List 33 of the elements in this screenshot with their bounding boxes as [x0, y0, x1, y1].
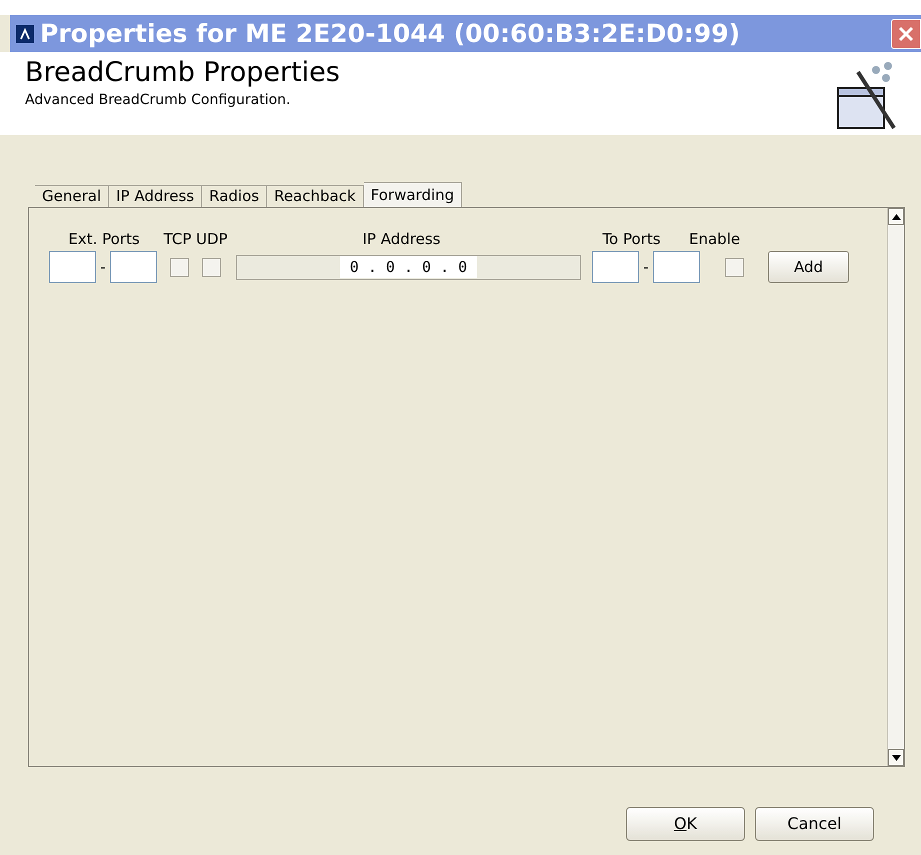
port-field[interactable] [110, 251, 157, 283]
port-field[interactable] [49, 251, 96, 283]
tab[interactable]: Radios [202, 185, 268, 207]
tab[interactable]: IP Address [109, 185, 202, 207]
column-header: IP Address [362, 229, 442, 250]
close-icon [897, 24, 915, 42]
dialog-button[interactable]: OK [626, 807, 745, 841]
tab[interactable]: General [35, 185, 110, 207]
column-header: UDP [196, 229, 229, 250]
ip-address-field[interactable]: 0 . 0 . 0 . 0 [236, 254, 581, 280]
checkbox[interactable] [725, 258, 744, 276]
tab[interactable]: Reachback [267, 185, 364, 207]
column-header: To Ports [601, 229, 662, 250]
port-separator: - [642, 256, 650, 278]
window-title: Properties for ME 2E20-1044 (00:60:B3:2E:D0:99) [40, 18, 740, 50]
column-header: Ext. Ports [67, 229, 141, 250]
app-icon [16, 24, 34, 42]
column-header: TCP [162, 229, 192, 250]
close-button[interactable] [891, 18, 921, 48]
tab[interactable]: Forwarding [364, 182, 462, 207]
port-field[interactable] [653, 251, 700, 283]
header-title: BreadCrumb Properties [25, 56, 340, 90]
checkbox[interactable] [170, 258, 189, 276]
scrollbar[interactable] [887, 208, 904, 766]
header-subtitle: Advanced BreadCrumb Configuration. [25, 91, 292, 110]
dialog-button[interactable]: Cancel [755, 807, 874, 841]
port-field[interactable] [592, 251, 639, 283]
port-separator: - [99, 256, 107, 278]
add-button[interactable]: Add [768, 251, 849, 283]
checkbox[interactable] [202, 258, 221, 276]
scroll-up-icon[interactable] [888, 208, 904, 225]
column-header: Enable [689, 229, 739, 250]
scroll-down-icon[interactable] [888, 749, 904, 766]
